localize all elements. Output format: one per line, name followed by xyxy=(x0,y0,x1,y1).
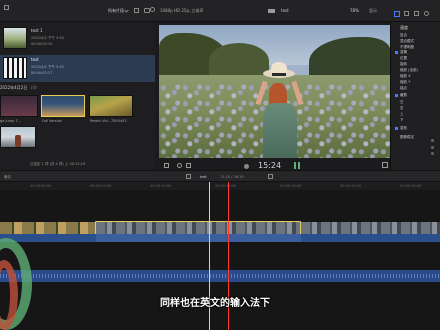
section-crop[interactable]: 裁剪 xyxy=(400,93,407,97)
music-clip[interactable] xyxy=(0,270,440,282)
browser-icon[interactable] xyxy=(404,11,409,16)
ruler-mark: 00:00:00:00 xyxy=(30,184,52,188)
section-count: (4) xyxy=(31,85,37,90)
inspector-item[interactable]: 混合模式 xyxy=(400,39,414,43)
timeline-header: 索引 test 11:20 / 26:19 xyxy=(0,170,440,182)
inspector-item[interactable]: 旋转 xyxy=(400,62,407,66)
grid-label-1: ge Jump T... xyxy=(0,119,21,123)
selected-audio-band xyxy=(96,234,301,242)
clip-date: 2022/4/2 下午 3:35 xyxy=(31,65,64,69)
clip-title: test 1 xyxy=(31,28,43,33)
view-menu[interactable]: 显示 xyxy=(369,8,377,13)
ruler-mark: 00:00:05:00 xyxy=(90,184,112,188)
checkbox-icon[interactable] xyxy=(395,51,398,54)
inspector-item[interactable]: 下 xyxy=(400,118,404,122)
browser-clip-2[interactable]: test 2022/4/2 下午 3:35 00:00:02:17 xyxy=(0,55,155,82)
video-clip-3[interactable] xyxy=(301,222,440,234)
timeline-icon[interactable] xyxy=(414,11,419,16)
section-transform[interactable]: 变换 xyxy=(400,50,407,54)
inspector-panel: 速度 复合 混合模式 不透明度 变换 位置 旋转 缩放 (全部) 缩放 X 缩放… xyxy=(390,22,440,170)
media-browser: test 1 2022/4/2 下午 3:35 00:00:02:15 test… xyxy=(0,22,155,170)
audio-meter-left xyxy=(294,162,296,169)
inspector-item[interactable]: 缩放 X xyxy=(400,74,411,78)
inspector-title: 速度 xyxy=(400,25,408,30)
timeline-project: test xyxy=(200,175,207,179)
section-distort[interactable]: 变形 xyxy=(400,126,407,130)
back-arrow-icon[interactable] xyxy=(186,174,191,179)
fullscreen-icon[interactable] xyxy=(382,162,388,168)
trees-mid xyxy=(209,43,269,79)
timeline-duration: 11:20 / 26:19 xyxy=(220,175,244,179)
inspector-item[interactable]: 位置 xyxy=(400,56,407,60)
speed-icon[interactable] xyxy=(186,163,191,168)
zoom-level[interactable]: 78% xyxy=(350,8,359,13)
ruler-mark: 00:00:15:00 xyxy=(215,184,237,188)
library-filter-label[interactable]: 所有片段 xyxy=(108,8,124,13)
clip-appearance-icon[interactable] xyxy=(134,8,139,13)
waveform xyxy=(0,274,440,278)
ruler-mark: 00:00:10:00 xyxy=(150,184,172,188)
inspector-item[interactable]: 缩放 (全部) xyxy=(400,68,418,72)
inspector-item[interactable]: 左 xyxy=(400,100,404,104)
grid-label-3: Pexels Vid...7500443 xyxy=(90,119,127,123)
clapper-icon xyxy=(268,9,275,13)
transform-tool-icon[interactable] xyxy=(164,163,169,168)
inspector-item[interactable]: 不透明度 xyxy=(400,45,414,49)
inspector-item[interactable]: 复合 xyxy=(400,33,407,37)
search-icon[interactable] xyxy=(150,7,155,12)
chevron-down-icon[interactable] xyxy=(124,8,129,13)
clip-title: test xyxy=(31,57,39,62)
enhance-icon[interactable] xyxy=(177,163,182,168)
hat-band xyxy=(272,73,286,76)
project-name: test xyxy=(281,8,289,13)
dress xyxy=(263,103,297,158)
keyframe-icon[interactable] xyxy=(431,146,434,149)
inspector-item[interactable]: 缩放 Y xyxy=(400,80,410,84)
grid-thumb-2[interactable] xyxy=(41,95,85,117)
play-icon[interactable] xyxy=(244,164,249,169)
inspector-item[interactable]: 上 xyxy=(400,112,404,116)
inspector-item[interactable]: 图像稳定 xyxy=(400,135,414,139)
library-icon[interactable] xyxy=(4,5,9,10)
clip-thumbnail xyxy=(3,57,27,79)
index-button[interactable]: 索引 xyxy=(4,175,11,179)
checkbox-icon[interactable] xyxy=(395,94,398,97)
ruler-mark: 00:00:20:00 xyxy=(280,184,302,188)
video-clip-1[interactable] xyxy=(0,222,96,234)
viewer-timecode: 15:24 xyxy=(258,161,282,170)
ruler-mark: 00:00:25:00 xyxy=(340,184,362,188)
timeline-ruler[interactable]: 00:00:00:00 00:00:05:00 00:00:10:00 00:0… xyxy=(0,182,440,190)
browser-status: 已选定 1 项 (共 4 项) 上 00:12:19 xyxy=(30,162,86,166)
inspector-item[interactable]: 锚点 xyxy=(400,86,407,90)
inspector-item[interactable]: 右 xyxy=(400,106,404,110)
section-title: 2022年4月2日 xyxy=(0,85,28,90)
clip-duration: 00:00:02:17 xyxy=(31,71,53,75)
subtitle-caption: 同样也在英文的输入法下 xyxy=(160,298,270,309)
clip-duration: 00:00:02:15 xyxy=(31,42,53,46)
grid-thumb-3[interactable] xyxy=(89,95,133,117)
video-frame[interactable] xyxy=(159,25,390,158)
timeline-tracks: 同样也在英文的输入法下 xyxy=(0,182,440,330)
grid-thumb-1[interactable] xyxy=(0,95,38,117)
keyframe-icon[interactable] xyxy=(431,139,434,142)
browser-clip-1[interactable]: test 1 2022/4/2 下午 3:35 00:00:02:15 xyxy=(0,26,155,53)
top-toolbar: 所有片段 1080p HD 25p, 立体声 test 78% 显示 xyxy=(0,0,440,22)
ruler-mark: 00:00:30:00 xyxy=(400,184,422,188)
grid-label-2: Full Version xyxy=(42,119,62,123)
audio-meter-right xyxy=(298,162,300,169)
keyframe-icon[interactable] xyxy=(431,152,434,155)
inspector-icon[interactable] xyxy=(394,11,400,17)
forward-arrow-icon[interactable] xyxy=(268,174,273,179)
clip-date: 2022/4/2 下午 3:35 xyxy=(31,36,64,40)
settings-icon[interactable] xyxy=(424,11,429,16)
format-label: 1080p HD 25p, 立体声 xyxy=(160,8,204,13)
clip-thumbnail xyxy=(3,27,27,49)
person-figure xyxy=(15,135,21,147)
grid-thumb-4[interactable] xyxy=(0,126,36,148)
checkbox-icon[interactable] xyxy=(395,127,398,130)
